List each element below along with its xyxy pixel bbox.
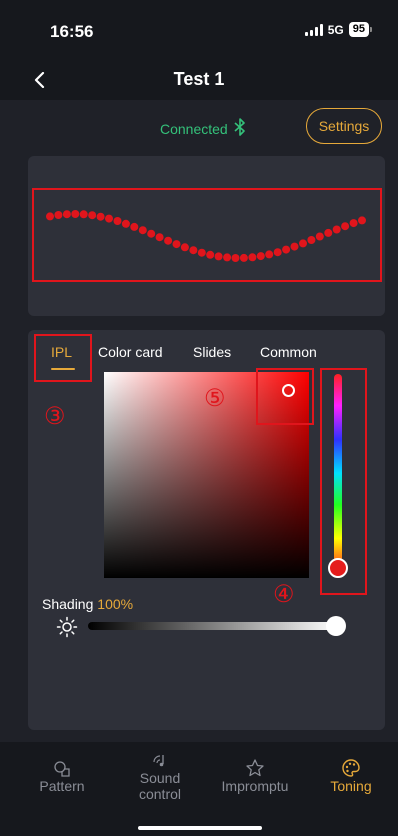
annotation-frame-picker <box>256 368 314 425</box>
sun-icon <box>56 616 78 638</box>
annotation-frame-ipl <box>34 334 92 382</box>
tab-common[interactable]: Common <box>260 344 317 360</box>
nav-toning[interactable]: Toning <box>320 752 382 794</box>
nav-pattern-label: Pattern <box>39 778 85 794</box>
shading-label: Shading 100% <box>42 596 133 612</box>
nav-sound-control-label: Sound control <box>138 770 182 802</box>
shading-label-text: Shading <box>42 596 94 612</box>
palette-icon <box>341 752 361 778</box>
nav-impromptu-label: Impromptu <box>221 778 289 794</box>
shading-slider[interactable] <box>88 622 338 630</box>
tab-slides[interactable]: Slides <box>193 344 231 360</box>
pattern-icon <box>53 752 71 778</box>
nav-impromptu[interactable]: Impromptu <box>212 752 298 794</box>
nav-sound-control[interactable]: Sound control <box>126 744 194 802</box>
tab-color-card[interactable]: Color card <box>98 344 163 360</box>
shading-slider-thumb[interactable] <box>326 616 346 636</box>
shading-value: 100% <box>97 596 134 612</box>
nav-pattern[interactable]: Pattern <box>30 752 94 794</box>
annotation-marker-5: ⑤ <box>204 384 226 412</box>
bottom-nav: Pattern Sound control Impromptu Toning <box>0 742 398 836</box>
annotation-marker-3: ③ <box>44 402 66 430</box>
nav-toning-label: Toning <box>330 778 372 794</box>
sound-icon <box>151 744 169 770</box>
annotation-frame-preview <box>32 188 382 282</box>
annotation-frame-hue <box>320 368 367 595</box>
impromptu-icon <box>245 752 265 778</box>
annotation-marker-4: ④ <box>273 580 295 608</box>
home-indicator <box>138 826 262 830</box>
